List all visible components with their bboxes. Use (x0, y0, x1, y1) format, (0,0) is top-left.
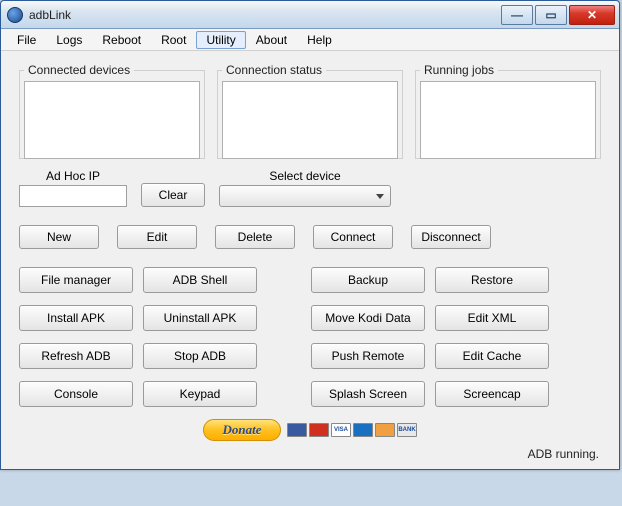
window-title: adbLink (29, 8, 499, 22)
adhoc-ip-input[interactable] (19, 185, 127, 207)
screencap-button[interactable]: Screencap (435, 381, 549, 407)
running-jobs-legend: Running jobs (420, 63, 498, 77)
stop-adb-button[interactable]: Stop ADB (143, 343, 257, 369)
select-device-dropdown[interactable] (219, 185, 391, 207)
close-icon: ✕ (587, 8, 597, 22)
move-kodi-data-button[interactable]: Move Kodi Data (311, 305, 425, 331)
uninstall-apk-button[interactable]: Uninstall APK (143, 305, 257, 331)
status-text: ADB running. (19, 441, 601, 463)
connect-button[interactable]: Connect (313, 225, 393, 249)
menu-about[interactable]: About (246, 31, 297, 49)
menu-utility[interactable]: Utility (196, 31, 245, 49)
payment-card-icons: VISA BANK (287, 423, 417, 437)
menu-reboot[interactable]: Reboot (92, 31, 151, 49)
connection-status-list[interactable] (222, 81, 398, 159)
clear-button[interactable]: Clear (141, 183, 205, 207)
running-jobs-panel: Running jobs (415, 63, 601, 159)
chevron-down-icon (376, 194, 384, 199)
edit-button[interactable]: Edit (117, 225, 197, 249)
connection-status-legend: Connection status (222, 63, 326, 77)
client-area: Connected devices Connection status Runn… (1, 51, 619, 469)
window-buttons: — ▭ ✕ (499, 5, 615, 25)
refresh-adb-button[interactable]: Refresh ADB (19, 343, 133, 369)
maestro-card-icon (287, 423, 307, 437)
bank-card-icon: BANK (397, 423, 417, 437)
edit-xml-button[interactable]: Edit XML (435, 305, 549, 331)
minimize-icon: — (511, 8, 523, 22)
donate-button[interactable]: Donate (203, 419, 281, 441)
running-jobs-list[interactable] (420, 81, 596, 159)
connection-status-panel: Connection status (217, 63, 403, 159)
close-button[interactable]: ✕ (569, 5, 615, 25)
titlebar: adbLink — ▭ ✕ (1, 1, 619, 29)
disconnect-button[interactable]: Disconnect (411, 225, 491, 249)
restore-button[interactable]: Restore (435, 267, 549, 293)
amex-card-icon (353, 423, 373, 437)
visa-card-icon: VISA (331, 423, 351, 437)
menu-help[interactable]: Help (297, 31, 342, 49)
install-apk-button[interactable]: Install APK (19, 305, 133, 331)
minimize-button[interactable]: — (501, 5, 533, 25)
new-button[interactable]: New (19, 225, 99, 249)
adb-shell-button[interactable]: ADB Shell (143, 267, 257, 293)
app-icon (7, 7, 23, 23)
menu-root[interactable]: Root (151, 31, 196, 49)
backup-button[interactable]: Backup (311, 267, 425, 293)
maximize-button[interactable]: ▭ (535, 5, 567, 25)
menu-file[interactable]: File (7, 31, 46, 49)
delete-button[interactable]: Delete (215, 225, 295, 249)
file-manager-button[interactable]: File manager (19, 267, 133, 293)
keypad-button[interactable]: Keypad (143, 381, 257, 407)
mastercard-card-icon (309, 423, 329, 437)
discover-card-icon (375, 423, 395, 437)
edit-cache-button[interactable]: Edit Cache (435, 343, 549, 369)
app-window: adbLink — ▭ ✕ FileLogsRebootRootUtilityA… (0, 0, 620, 470)
maximize-icon: ▭ (545, 8, 556, 22)
menubar: FileLogsRebootRootUtilityAboutHelp (1, 29, 619, 51)
splash-screen-button[interactable]: Splash Screen (311, 381, 425, 407)
adhoc-ip-label: Ad Hoc IP (46, 169, 100, 183)
connected-devices-legend: Connected devices (24, 63, 134, 77)
connected-devices-list[interactable] (24, 81, 200, 159)
menu-logs[interactable]: Logs (46, 31, 92, 49)
connected-devices-panel: Connected devices (19, 63, 205, 159)
console-button[interactable]: Console (19, 381, 133, 407)
select-device-label: Select device (269, 169, 340, 183)
push-remote-button[interactable]: Push Remote (311, 343, 425, 369)
